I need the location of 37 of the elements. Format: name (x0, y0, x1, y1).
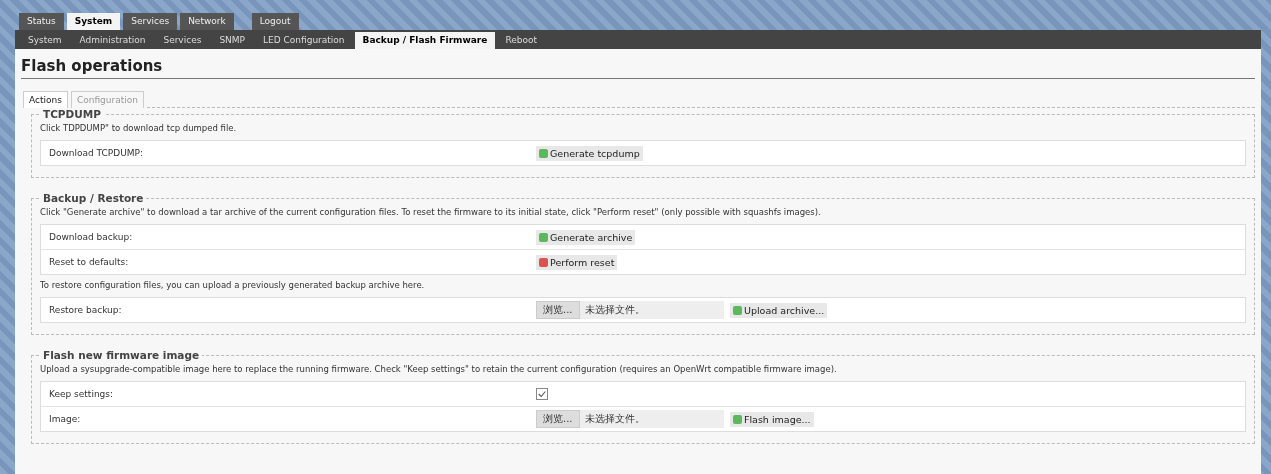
section-tab[interactable]: Actions (23, 91, 68, 108)
section-legend: Flash new firmware image (40, 349, 203, 361)
main-menu-tab[interactable]: System (66, 13, 121, 30)
main-menu-tab[interactable]: Status (19, 13, 64, 30)
section-description: Upload a sysupgrade-compatible image here to replace the running firmware. Check "Keep settings" to retain the current configuration (requires an OpenWrt compatible firmware image). (40, 364, 838, 374)
field-label: Reset to defaults: (49, 257, 130, 267)
submenu-tab[interactable]: System (20, 32, 70, 49)
field-label: Image: (49, 414, 82, 424)
main-menu-tab[interactable]: Logout (251, 13, 299, 30)
file-input[interactable]: 浏览... 未选择文件。 (536, 301, 724, 319)
submenu-tab[interactable]: Backup / Flash Firmware (354, 32, 496, 49)
submenu-tab[interactable]: Services (155, 32, 210, 49)
field-label: Keep settings: (49, 389, 115, 399)
submenu-tab[interactable]: SNMP (211, 32, 253, 49)
main-menu-tab[interactable]: Services (123, 13, 178, 30)
page-title: Flash operations (21, 57, 1255, 79)
field-label: Download TCPDUMP: (49, 148, 145, 158)
action-button[interactable]: Perform reset (536, 254, 618, 270)
section-legend: Backup / Restore (40, 192, 147, 204)
section-description: Click TDPDUMP" to download tcp dumped file. (40, 123, 238, 133)
file-input[interactable]: 浏览... 未选择文件。 (536, 410, 724, 428)
action-button[interactable]: Generate archive (536, 229, 636, 245)
field-label: Download backup: (49, 232, 134, 242)
action-button[interactable]: Upload archive... (730, 302, 828, 318)
submenu-tab[interactable]: Reboot (497, 32, 546, 49)
main-menu-tab[interactable]: Network (180, 13, 234, 30)
section-description: Click "Generate archive" to download a tar archive of the current configuration files. To reset the firmware to its initial state, click "Perform reset" (only possible with squashfs images). (40, 207, 822, 217)
action-button[interactable]: Flash image... (730, 411, 814, 427)
submenu-tab[interactable]: Administration (71, 32, 154, 49)
field-label: Restore backup: (49, 305, 123, 315)
section-description: To restore configuration files, you can upload a previously generated backup archive here. (40, 280, 426, 290)
keep-settings-checkbox[interactable] (536, 388, 548, 400)
action-button[interactable]: Generate tcpdump (536, 145, 643, 161)
section-legend: TCPDUMP (40, 108, 104, 120)
browse-button[interactable]: 浏览... (536, 410, 580, 428)
browse-button[interactable]: 浏览... (536, 301, 580, 319)
submenu-tab[interactable]: LED Configuration (255, 32, 353, 49)
